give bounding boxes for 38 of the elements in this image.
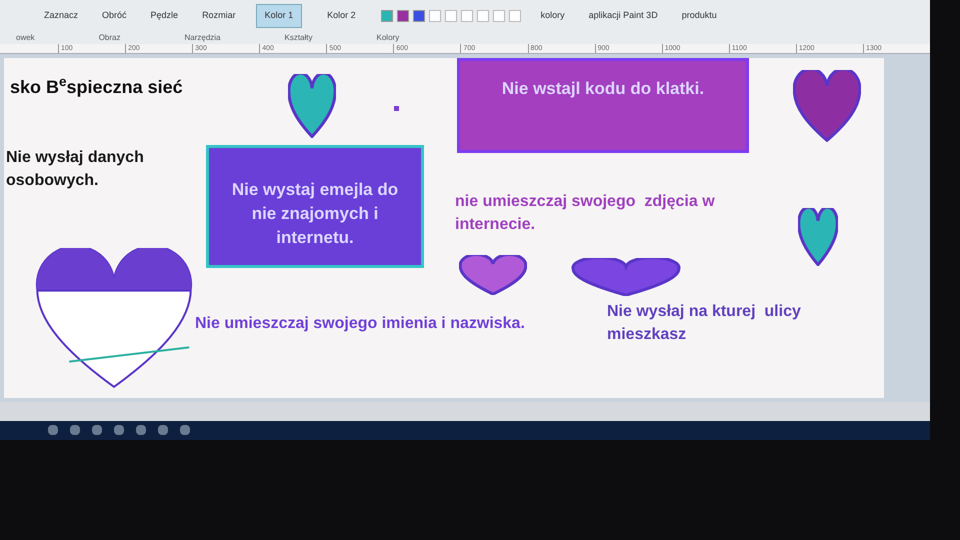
ribbon-button[interactable]: produktu	[678, 9, 721, 22]
heading: sko B$^{e}$spieczna sieć	[10, 74, 184, 99]
toolbar-button[interactable]: Obróć	[98, 9, 131, 22]
taskbar-icon[interactable]	[92, 425, 102, 436]
empty-swatch[interactable]	[476, 10, 489, 22]
text-box: Nie wystaj emejla do nie znajomych i internetu.	[206, 144, 424, 268]
toolbar-button[interactable]: Rozmiar	[198, 9, 240, 22]
empty-swatch[interactable]	[428, 10, 441, 22]
text-box: Nie wstajl kodu do klatki.	[457, 58, 749, 152]
color-slot[interactable]: Kolor 2	[318, 4, 365, 28]
group-label: Narzędzia	[184, 32, 220, 44]
ribbon-button[interactable]: kolory	[536, 9, 569, 22]
toolbar-button[interactable]: Pędzle	[146, 9, 182, 22]
canvas-text: Nie wysłaj na kturej ulicy mieszkasz	[607, 302, 802, 344]
group-label: Obraz	[98, 32, 120, 44]
color-swatch[interactable]	[380, 10, 393, 22]
canvas-text: Nie umieszczaj swojego imienia i nazwiska.	[195, 314, 526, 334]
group-label: Kolory	[376, 32, 400, 44]
color-slot[interactable]: Kolor 1	[256, 4, 302, 28]
taskbar-icon[interactable]	[48, 425, 58, 436]
taskbar-icon[interactable]	[136, 425, 146, 436]
toolbar-button[interactable]: Zaznacz	[40, 9, 82, 22]
color-swatch[interactable]	[412, 10, 425, 22]
ribbon-button[interactable]: aplikacji Paint 3D	[584, 9, 662, 22]
empty-swatch[interactable]	[508, 10, 521, 22]
canvas[interactable]	[4, 58, 884, 398]
taskbar-icon[interactable]	[114, 425, 124, 436]
empty-swatch[interactable]	[460, 10, 473, 22]
taskbar-icon[interactable]	[180, 425, 190, 436]
taskbar-icon[interactable]	[70, 425, 80, 436]
canvas-text: Nie wysłaj danych osobowych.	[6, 148, 145, 190]
taskbar-icon[interactable]	[158, 425, 168, 436]
group-label: owek	[16, 32, 35, 44]
color-swatch[interactable]	[396, 10, 409, 22]
empty-swatch[interactable]	[492, 10, 505, 22]
group-label: Kształty	[284, 32, 313, 44]
empty-swatch[interactable]	[444, 10, 457, 22]
canvas-text: nie umieszczaj swojego zdjęcia w internecie.	[455, 192, 716, 234]
